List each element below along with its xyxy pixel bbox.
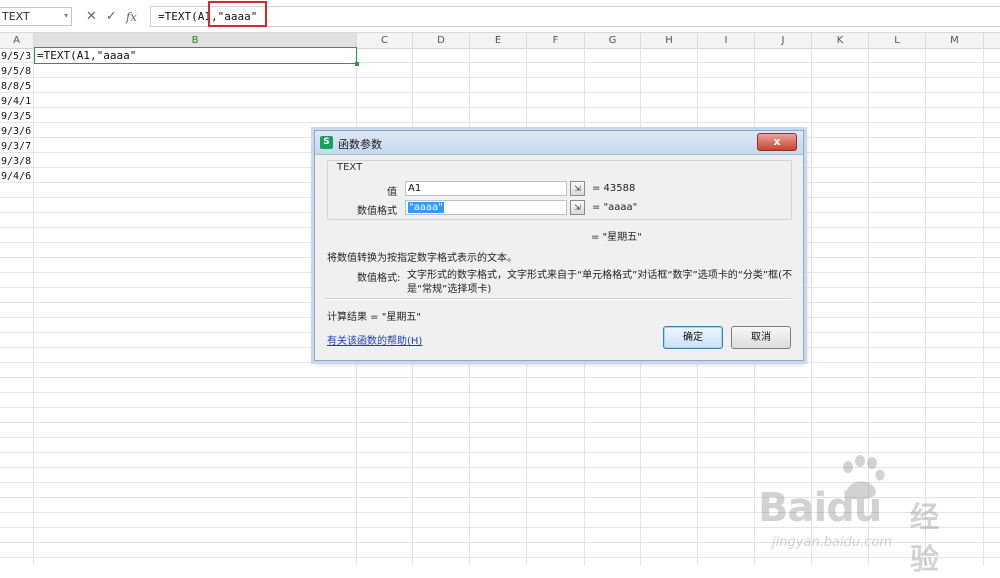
column-header-f[interactable]: F: [527, 33, 585, 48]
name-box-value: TEXT: [2, 10, 30, 23]
baidu-watermark: Baidu 经验 jingyan.baidu.com: [752, 455, 962, 576]
cell-a3[interactable]: 8/8/5: [1, 79, 31, 94]
cell-a2[interactable]: 9/5/8: [1, 64, 31, 79]
cell-a4[interactable]: 9/4/1: [1, 94, 31, 109]
help-link[interactable]: 有关该函数的帮助(H): [327, 332, 422, 347]
cancel-button[interactable]: 取消: [731, 326, 791, 349]
chevron-down-icon[interactable]: ▾: [64, 11, 68, 20]
cell-a6[interactable]: 9/3/6: [1, 124, 31, 139]
column-header-e[interactable]: E: [470, 33, 527, 48]
grid-row-line: [0, 77, 1000, 78]
active-cell-b1[interactable]: =TEXT(A1,"aaaa": [34, 47, 359, 66]
column-header-k[interactable]: K: [812, 33, 869, 48]
wps-app-icon: S: [320, 136, 333, 149]
column-header-c[interactable]: C: [357, 33, 413, 48]
watermark-brand: Baidu: [758, 485, 882, 531]
grid-row-line: [0, 452, 1000, 453]
cell-a8[interactable]: 9/3/8: [1, 154, 31, 169]
divider: [325, 298, 791, 300]
grid-row-line: [0, 107, 1000, 108]
grid-row-line: [0, 422, 1000, 423]
grid-row-line: [0, 362, 1000, 363]
grid-row-line: [0, 92, 1000, 93]
function-result-preview: = "星期五": [591, 232, 642, 243]
collapse-dialog-icon[interactable]: ⇲: [570, 181, 585, 196]
column-header-h[interactable]: H: [641, 33, 698, 48]
column-header-j[interactable]: J: [755, 33, 812, 48]
formula-bar: TEXT ▾ ✕ ✓ fx =TEXT(A1,"aaaa": [0, 0, 1000, 33]
dialog-title: 函数参数: [338, 138, 382, 151]
collapse-dialog-icon[interactable]: ⇲: [570, 200, 585, 215]
arg-input-value[interactable]: A1: [405, 181, 567, 196]
active-cell-text: =TEXT(A1,"aaaa": [37, 49, 137, 62]
grid-row-line: [0, 392, 1000, 393]
cell-a1[interactable]: 9/5/3: [1, 49, 31, 64]
fill-handle[interactable]: [355, 62, 359, 66]
close-icon[interactable]: ✕: [86, 9, 97, 24]
check-icon[interactable]: ✓: [106, 9, 117, 24]
cell-a5[interactable]: 9/3/5: [1, 109, 31, 124]
grid-column-line: [983, 48, 984, 565]
fx-icon[interactable]: fx: [126, 10, 137, 24]
watermark-url: jingyan.baidu.com: [772, 535, 892, 550]
arg-result-value: = 43588: [592, 183, 636, 194]
cell-a9[interactable]: 9/4/6: [1, 169, 31, 184]
grid-row-line: [0, 407, 1000, 408]
dialog-titlebar[interactable]: S 函数参数 x: [315, 131, 803, 155]
grid-row-line: [0, 557, 1000, 558]
dialog-close-button[interactable]: x: [757, 133, 797, 151]
arg-input-format-text: "aaaa": [408, 202, 444, 213]
column-header-a[interactable]: A: [0, 33, 34, 48]
watermark-jingyan: 经验: [910, 500, 940, 576]
arg-input-format[interactable]: "aaaa": [405, 200, 567, 215]
column-header-m[interactable]: M: [926, 33, 984, 48]
column-header-i[interactable]: I: [698, 33, 755, 48]
column-header-l[interactable]: L: [869, 33, 926, 48]
arg-label-format: 数值格式: [357, 206, 397, 217]
arg-result-format: = "aaaa": [592, 202, 638, 213]
formula-tools: ✕ ✓ fx: [86, 7, 137, 26]
param-description: 文字形式的数字格式，文字形式来自于“单元格格式”对话框“数字”选项卡的“分类”框…: [407, 270, 792, 295]
cell-a7[interactable]: 9/3/7: [1, 139, 31, 154]
highlight-annotation: [208, 1, 267, 27]
function-name: TEXT: [335, 162, 365, 173]
calc-result: 计算结果 = "星期五": [327, 312, 421, 323]
ok-button[interactable]: 确定: [663, 326, 723, 349]
arg-label-value: 值: [387, 187, 397, 198]
formula-input[interactable]: =TEXT(A1,"aaaa": [150, 6, 1000, 27]
grid-row-line: [0, 377, 1000, 378]
name-box[interactable]: TEXT ▾: [0, 7, 72, 26]
column-header-b[interactable]: B: [34, 33, 357, 48]
grid-row-line: [0, 437, 1000, 438]
param-name: 数值格式:: [357, 273, 401, 284]
function-description: 将数值转换为按指定数字格式表示的文本。: [327, 253, 517, 264]
arg-input-value-text: A1: [408, 183, 422, 194]
grid-row-line: [0, 122, 1000, 123]
grid-column-line: [33, 48, 34, 565]
column-header-g[interactable]: G: [585, 33, 641, 48]
column-header-d[interactable]: D: [413, 33, 470, 48]
function-arguments-dialog: S 函数参数 x TEXT 值 A1 ⇲ = 43588 数值格式 "aaaa"…: [314, 130, 804, 361]
